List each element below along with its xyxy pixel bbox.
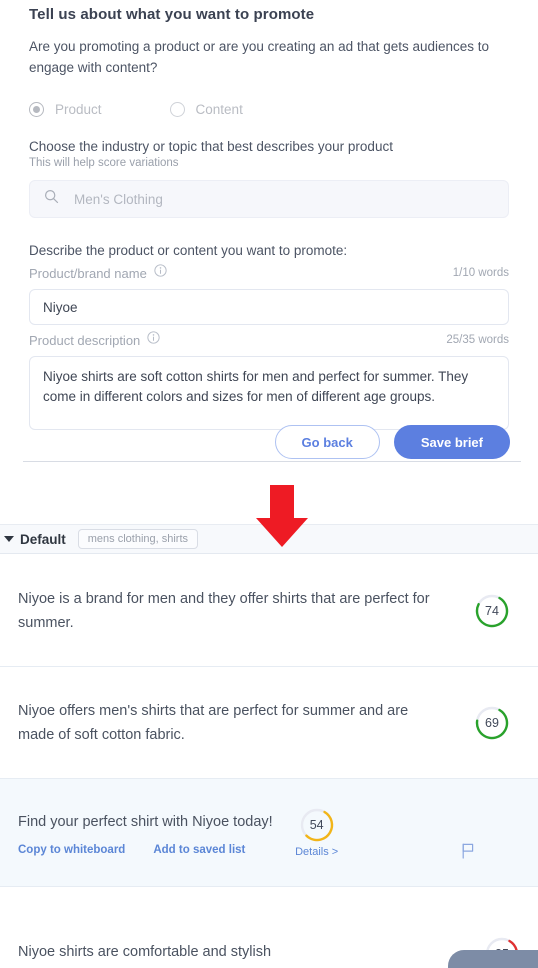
product-description-field[interactable]: Niyoe shirts are soft cotton shirts for … (29, 356, 509, 430)
table-row[interactable]: Niyoe is a brand for men and they offer … (0, 555, 538, 667)
describe-label: Describe the product or content you want… (29, 243, 348, 258)
score-gauge[interactable]: 69 (474, 705, 510, 741)
industry-search-input[interactable]: Men's Clothing (29, 180, 509, 218)
brand-name-wordcount: 1/10 words (452, 267, 509, 279)
table-row[interactable]: Find your perfect shirt with Niyoe today… (0, 779, 538, 887)
form-divider (23, 461, 521, 462)
product-description-label: Product description (29, 332, 141, 348)
product-description-wordcount: 25/35 words (446, 334, 509, 346)
score-wrap: 69 (464, 705, 520, 741)
score-gauge[interactable]: 74 (474, 593, 510, 629)
radio-option-content[interactable]: Content (169, 101, 243, 117)
copy-to-whiteboard-link[interactable]: Copy to whiteboard (18, 844, 125, 856)
variation-text: Niyoe is a brand for men and they offer … (18, 590, 430, 631)
promote-type-radio-group: Product Content (29, 98, 509, 120)
score-gauge[interactable]: 54 (299, 807, 335, 843)
flag-icon[interactable] (461, 843, 476, 864)
app-root: Tell us about what you want to promote A… (0, 0, 538, 968)
radio-indicator-product[interactable] (29, 101, 44, 117)
row-action-links: Copy to whiteboard Add to saved list (18, 844, 289, 856)
industry-search-placeholder: Men's Clothing (74, 191, 163, 207)
radio-option-product[interactable]: Product (29, 101, 102, 117)
page-title: Tell us about what you want to promote (29, 6, 315, 23)
form-question: Are you promoting a product or are you c… (29, 39, 490, 75)
variation-text: Niyoe offers men's shirts that are perfe… (18, 702, 409, 743)
variation-text: Find your perfect shirt with Niyoe today… (18, 813, 273, 830)
variation-text: Niyoe shirts are comfortable and stylish (18, 944, 272, 960)
info-icon[interactable] (147, 331, 160, 349)
radio-label-product: Product (55, 101, 102, 117)
radio-label-content: Content (195, 101, 243, 117)
brand-name-label-row: Product/brand name 1/10 words (29, 264, 509, 282)
radio-indicator-content[interactable] (169, 101, 185, 117)
brand-name-field[interactable]: Niyoe (29, 289, 509, 325)
score-value: 54 (309, 818, 324, 832)
industry-label: Choose the industry or topic that best d… (29, 139, 393, 154)
score-value: 69 (485, 715, 499, 730)
caret-down-icon[interactable] (4, 536, 14, 542)
product-description-label-row: Product description 25/35 words (29, 331, 509, 349)
down-arrow-icon (255, 485, 309, 548)
variation-results-list: Niyoe is a brand for men and they offer … (0, 555, 538, 968)
score-value: 74 (485, 603, 499, 618)
industry-sublabel: This will help score variations (29, 157, 179, 169)
section-label: Default (20, 531, 66, 547)
search-icon (44, 189, 59, 209)
score-wrap: 74 (464, 593, 520, 629)
details-link[interactable]: Details > (295, 846, 338, 858)
add-to-saved-list-link[interactable]: Add to saved list (153, 844, 245, 856)
section-tag-chip: mens clothing, shirts (77, 529, 199, 549)
form-button-row: Go back Save brief (0, 425, 538, 459)
promote-brief-form: Tell us about what you want to promote A… (0, 0, 538, 470)
table-row[interactable]: Niyoe offers men's shirts that are perfe… (0, 667, 538, 779)
floating-action-widget[interactable] (448, 950, 538, 968)
save-brief-button[interactable]: Save brief (393, 425, 510, 459)
brand-name-label: Product/brand name (29, 265, 147, 281)
score-wrap: 54 Details > (289, 807, 345, 858)
go-back-button[interactable]: Go back (274, 425, 380, 459)
info-icon[interactable] (154, 264, 167, 282)
